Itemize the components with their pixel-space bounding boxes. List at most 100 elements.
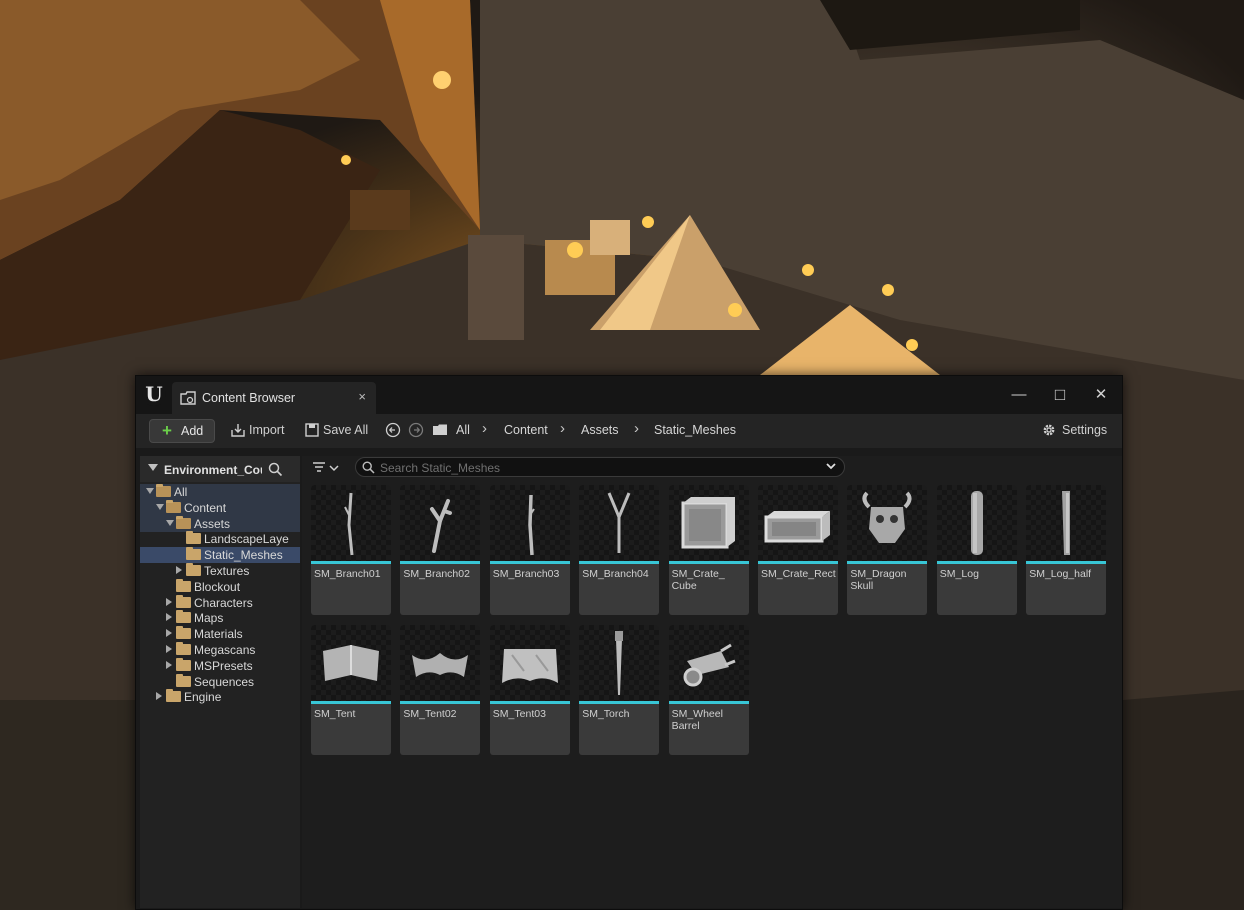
asset-tile[interactable]: SM_Branch01 xyxy=(311,485,391,615)
static-mesh-type-bar xyxy=(668,561,749,564)
maximize-button[interactable]: □ xyxy=(1045,384,1075,406)
asset-name: SM_Crate_ Cube xyxy=(671,568,725,592)
asset-thumbnail xyxy=(668,625,749,701)
asset-tile[interactable]: SM_Crate_Rect xyxy=(758,485,838,615)
asset-tile[interactable]: SM_Tent03 xyxy=(489,625,570,755)
tab-label: Content Browser xyxy=(202,391,296,405)
tree-item-all[interactable]: All xyxy=(140,484,300,500)
import-icon[interactable] xyxy=(230,422,246,438)
asset-tile[interactable]: SM_Crate_ Cube xyxy=(668,485,749,615)
tree-item-label: Megascans xyxy=(194,643,256,657)
breadcrumb-content[interactable]: Content xyxy=(504,423,548,437)
chevron-right-icon[interactable] xyxy=(166,645,172,653)
breadcrumb-static-meshes[interactable]: Static_Meshes xyxy=(654,423,736,437)
save-all-button[interactable]: Save All xyxy=(323,423,368,437)
tree-item-blockout[interactable]: Blockout xyxy=(140,578,300,595)
chevron-right-icon[interactable] xyxy=(166,597,172,606)
search-icon[interactable] xyxy=(268,462,283,477)
content-browser-window[interactable]: U Content Browser × — □ ✕ + Add Import S… xyxy=(135,375,1123,910)
asset-tile[interactable]: SM_Tent xyxy=(311,625,391,755)
asset-name: SM_Branch04 xyxy=(582,568,649,580)
asset-tile[interactable]: SM_Tent02 xyxy=(400,625,481,755)
unreal-logo-icon: U xyxy=(142,382,166,406)
asset-thumbnail xyxy=(489,485,570,561)
chevron-right-icon[interactable] xyxy=(166,613,172,622)
asset-tile[interactable]: SM_Log_half xyxy=(1026,485,1107,615)
breadcrumb-separator[interactable]: › xyxy=(482,420,487,437)
tree-item-megascans[interactable]: Megascans xyxy=(140,642,300,658)
static-mesh-type-bar xyxy=(758,561,838,564)
chevron-right-icon[interactable] xyxy=(156,692,162,701)
tree-item-assets[interactable]: Assets xyxy=(140,515,300,532)
tree-item-mspresets[interactable]: MSPresets xyxy=(140,657,300,674)
asset-tile[interactable]: SM_Dragon Skull xyxy=(847,485,928,615)
chevron-right-icon[interactable] xyxy=(176,566,182,574)
asset-tile[interactable]: SM_Branch03 xyxy=(489,485,570,615)
save-all-icon[interactable] xyxy=(304,422,320,438)
tree-item-characters[interactable]: Characters xyxy=(140,594,300,611)
add-button-label: Add xyxy=(181,424,204,438)
tree-item-maps[interactable]: Maps xyxy=(140,610,300,626)
asset-name: SM_Tent xyxy=(314,708,356,720)
content-browser-tab-icon xyxy=(180,391,196,405)
asset-tile[interactable]: SM_Torch xyxy=(579,625,660,755)
asset-name: SM_Branch02 xyxy=(403,568,470,580)
settings-button[interactable]: Settings xyxy=(1062,423,1107,437)
chevron-right-icon[interactable] xyxy=(166,660,172,669)
folder-icon xyxy=(433,424,447,435)
close-window-button[interactable]: ✕ xyxy=(1086,384,1116,406)
asset-thumbnail xyxy=(758,485,838,561)
import-button[interactable]: Import xyxy=(249,423,284,437)
asset-tile[interactable]: SM_Branch04 xyxy=(579,485,660,615)
asset-tile[interactable]: SM_Wheel Barrel xyxy=(668,625,749,755)
collapse-caret-icon[interactable] xyxy=(148,464,158,471)
tree-item-textures[interactable]: Textures xyxy=(140,563,300,579)
title-bar[interactable]: U Content Browser × — □ ✕ xyxy=(136,376,1122,414)
static-mesh-type-bar xyxy=(311,701,391,704)
asset-name: SM_Branch03 xyxy=(492,568,560,580)
asset-tile[interactable]: SM_Log xyxy=(936,485,1017,615)
chevron-down-icon[interactable] xyxy=(825,460,837,472)
minimize-button[interactable]: — xyxy=(1004,384,1034,406)
forward-arrow-icon[interactable] xyxy=(408,422,424,438)
tree-item-label: Static_Meshes xyxy=(204,548,283,563)
tab-close-button[interactable]: × xyxy=(358,389,366,404)
filter-icon[interactable] xyxy=(312,460,342,478)
tree-item-sequences[interactable]: Sequences xyxy=(140,673,300,690)
asset-name: SM_Log xyxy=(939,568,979,580)
static-mesh-type-bar xyxy=(668,701,749,704)
asset-thumbnail xyxy=(936,485,1017,561)
static-mesh-type-bar xyxy=(1026,561,1107,564)
breadcrumb-separator[interactable]: › xyxy=(560,420,565,437)
chevron-down-icon[interactable] xyxy=(156,503,164,510)
tree-item-label: Sequences xyxy=(194,674,255,689)
breadcrumb-all[interactable]: All xyxy=(456,423,470,437)
tree-item-label: Content xyxy=(184,500,227,515)
asset-tile[interactable]: SM_Branch02 xyxy=(400,485,481,615)
sources-header[interactable]: Environment_Cou xyxy=(140,456,300,482)
asset-thumbnail xyxy=(579,485,660,561)
folder-icon xyxy=(176,626,191,640)
chevron-down-icon[interactable] xyxy=(166,519,174,526)
search-input[interactable] xyxy=(380,460,820,475)
tab-content-browser[interactable]: Content Browser × xyxy=(172,382,376,414)
gear-icon[interactable] xyxy=(1041,422,1057,438)
asset-thumbnail xyxy=(1026,485,1107,561)
tree-item-content[interactable]: Content xyxy=(140,499,300,516)
tent-mesh-icon xyxy=(412,653,469,677)
chevron-right-icon[interactable] xyxy=(166,629,172,638)
static-mesh-type-bar xyxy=(489,561,570,564)
asset-search-box[interactable] xyxy=(355,457,845,477)
asset-name: SM_Tent03 xyxy=(492,708,546,720)
tree-item-engine[interactable]: Engine xyxy=(140,689,300,705)
chevron-down-icon[interactable] xyxy=(146,488,154,494)
folder-icon xyxy=(186,531,201,545)
add-button[interactable]: + Add xyxy=(149,419,215,443)
tree-item-landscapelaye[interactable]: LandscapeLaye xyxy=(140,531,300,547)
tree-item-static-meshes[interactable]: Static_Meshes xyxy=(140,547,300,564)
tree-item-materials[interactable]: Materials xyxy=(140,626,300,642)
breadcrumb-separator[interactable]: › xyxy=(634,420,639,437)
folder-icon xyxy=(176,673,191,687)
breadcrumb-assets[interactable]: Assets xyxy=(581,423,619,437)
back-arrow-icon[interactable] xyxy=(385,422,401,438)
